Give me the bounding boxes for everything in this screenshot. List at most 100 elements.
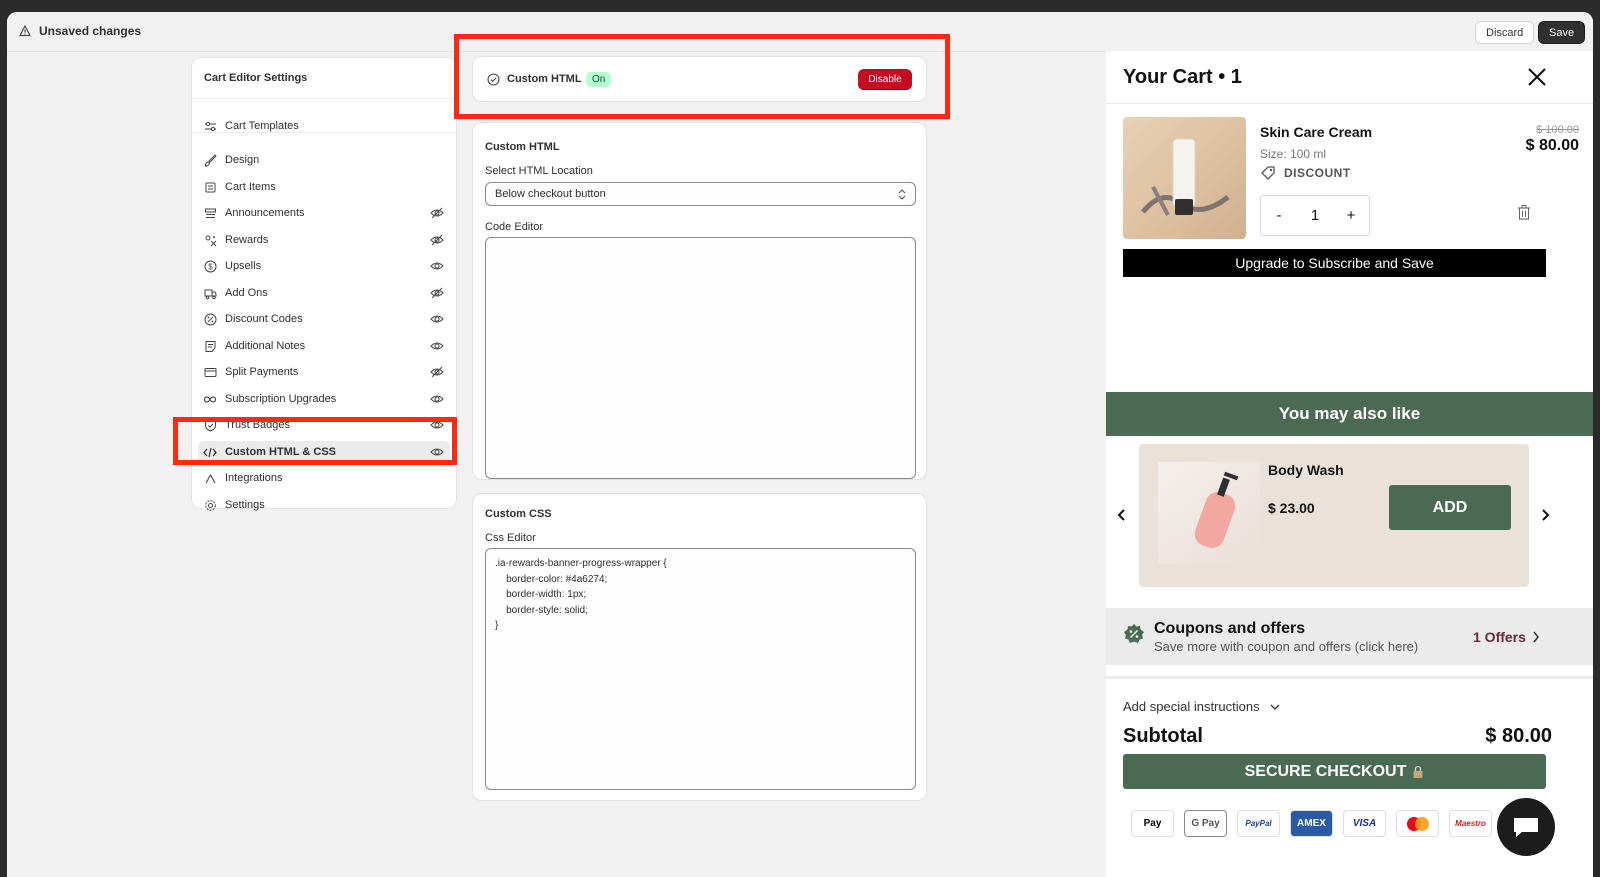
sidebar-item-label: Settings — [225, 499, 265, 511]
special-instructions-toggle[interactable]: Add special instructions — [1123, 699, 1280, 714]
unsaved-changes-label: Unsaved changes — [39, 24, 142, 38]
chevron-right-icon[interactable] — [1539, 508, 1551, 522]
truck-icon — [203, 286, 217, 300]
save-button[interactable]: Save — [1538, 21, 1586, 44]
cart-preview: Your Cart • 1 Skin Care Cream Size: 100 … — [1106, 51, 1593, 877]
decrease-qty-button[interactable]: - — [1264, 207, 1294, 224]
original-price: $ 100.00 — [1536, 124, 1579, 136]
eye-hidden-icon[interactable] — [430, 286, 444, 300]
product-size: Size: 100 ml — [1260, 147, 1327, 161]
css-editor-label: Css Editor — [485, 532, 536, 544]
eye-icon[interactable] — [430, 339, 444, 353]
custom-html-card: Custom HTML Select HTML Location Below c… — [472, 122, 927, 480]
eye-hidden-icon[interactable] — [430, 233, 444, 247]
eye-hidden-icon[interactable] — [430, 206, 444, 220]
checkout-label: SECURE CHECKOUT — [1244, 762, 1407, 780]
payment-maestro-icon: Maestro — [1449, 810, 1492, 837]
chat-button[interactable] — [1497, 798, 1555, 856]
sidebar-item-settings[interactable]: Settings — [198, 494, 450, 516]
html-code-editor[interactable] — [485, 237, 916, 479]
sidebar-item-split-payments[interactable]: Split Payments — [198, 361, 450, 383]
select-arrows-icon — [898, 189, 906, 200]
sidebar-item-integrations[interactable]: Integrations — [198, 467, 450, 489]
card-icon — [203, 365, 217, 379]
sidebar-item-subscription-upgrades[interactable]: Subscription Upgrades — [198, 388, 450, 410]
chevron-right-icon — [1533, 631, 1539, 643]
note-icon — [203, 339, 217, 353]
sidebar-item-label: Integrations — [225, 472, 283, 484]
coupons-offers-bar[interactable]: Coupons and offers Save more with coupon… — [1106, 608, 1593, 665]
cart-divider — [1106, 103, 1593, 104]
coupons-title: Coupons and offers — [1154, 620, 1306, 637]
svg-text:$: $ — [208, 262, 213, 271]
subtotal-value: $ 80.00 — [1485, 725, 1552, 747]
unsaved-changes-indicator: Unsaved changes — [19, 24, 141, 38]
html-location-select[interactable]: Below checkout button — [485, 182, 916, 206]
dollar-circle-icon: $ — [203, 259, 217, 273]
increase-qty-button[interactable]: + — [1336, 207, 1366, 224]
payment-amex-icon: AMEX — [1290, 810, 1333, 837]
product-discount: DISCOUNT — [1260, 165, 1351, 181]
sidebar-item-upsells[interactable]: $ Upsells — [198, 255, 450, 277]
sidebar-item-label: Additional Notes — [225, 340, 306, 352]
upgrade-subscribe-button[interactable]: Upgrade to Subscribe and Save — [1123, 249, 1546, 277]
html-location-value: Below checkout button — [495, 188, 606, 200]
sidebar-divider — [192, 98, 456, 99]
offers-link[interactable]: 1 Offers — [1473, 629, 1540, 645]
sidebar-item-add-ons[interactable]: Add Ons — [198, 282, 450, 304]
highlight-box-status — [454, 34, 950, 119]
sidebar-item-rewards[interactable]: Rewards — [198, 229, 450, 251]
cart-icon — [203, 180, 217, 194]
sidebar-item-cart-items[interactable]: Cart Items — [198, 176, 450, 198]
sidebar-item-label: Split Payments — [225, 366, 299, 378]
sidebar-item-label: Cart Templates — [225, 120, 299, 132]
sidebar-item-label: Design — [225, 154, 260, 166]
subtotal-label: Subtotal — [1123, 725, 1203, 747]
trash-icon[interactable] — [1517, 204, 1531, 220]
product-image — [1123, 117, 1246, 239]
discount-icon — [203, 312, 217, 326]
discount-label: DISCOUNT — [1284, 166, 1351, 180]
quantity-value[interactable]: 1 — [1300, 207, 1330, 224]
product-name[interactable]: Skin Care Cream — [1260, 124, 1372, 140]
brush-icon — [203, 153, 217, 167]
sidebar-item-label: Cart Items — [225, 181, 276, 193]
custom-css-title: Custom CSS — [485, 508, 552, 520]
infinity-icon — [203, 392, 217, 406]
sale-price: $ 80.00 — [1525, 137, 1579, 154]
sidebar-item-label: Discount Codes — [225, 313, 303, 325]
chevron-left-icon[interactable] — [1116, 508, 1128, 522]
discard-button[interactable]: Discard — [1475, 21, 1535, 44]
sidebar-item-discount-codes[interactable]: Discount Codes — [198, 308, 450, 330]
code-editor-label: Code Editor — [485, 221, 544, 233]
eye-hidden-icon[interactable] — [430, 365, 444, 379]
sidebar-item-design[interactable]: Design — [198, 149, 450, 171]
upsell-product-price: $ 23.00 — [1268, 500, 1315, 516]
mastercard-icon — [1396, 810, 1439, 837]
you-may-also-like-header: You may also like — [1106, 392, 1593, 436]
coupons-subtitle: Save more with coupon and offers (click … — [1154, 639, 1419, 654]
payment-methods: Pay G Pay PayPal AMEX VISA Maestro — [1131, 810, 1492, 837]
sidebar-item-label: Announcements — [225, 207, 305, 219]
sidebar-item-label: Add Ons — [225, 287, 268, 299]
eye-icon[interactable] — [430, 259, 444, 273]
eye-icon[interactable] — [430, 312, 444, 326]
close-icon[interactable] — [1527, 67, 1547, 87]
offers-count: 1 Offers — [1473, 629, 1526, 645]
sidebar-item-label: Rewards — [225, 234, 269, 246]
eye-icon[interactable] — [430, 392, 444, 406]
sidebar-item-label: Upsells — [225, 260, 262, 272]
highlight-box-custom-html-css — [173, 417, 457, 465]
css-code-editor[interactable]: .ia-rewards-banner-progress-wrapper { bo… — [485, 548, 916, 790]
add-upsell-button[interactable]: ADD — [1389, 485, 1511, 530]
html-location-label: Select HTML Location — [485, 165, 593, 177]
secure-checkout-button[interactable]: SECURE CHECKOUT — [1123, 754, 1546, 789]
upsell-product-name[interactable]: Body Wash — [1268, 462, 1344, 478]
tag-icon — [1261, 166, 1275, 180]
cart-divider — [1106, 676, 1593, 679]
payment-paypal-icon: PayPal — [1237, 810, 1280, 837]
sidebar-item-additional-notes[interactable]: Additional Notes — [198, 335, 450, 357]
gear-icon — [203, 498, 217, 512]
sidebar-item-cart-templates[interactable]: Cart Templates — [198, 115, 450, 137]
sidebar-item-announcements[interactable]: Announcements — [198, 202, 450, 224]
